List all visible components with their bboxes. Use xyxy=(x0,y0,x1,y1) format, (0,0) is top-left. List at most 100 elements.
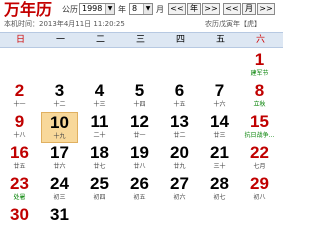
day-cell[interactable]: 27 初六 xyxy=(161,174,198,205)
app-logo: 万年历 xyxy=(4,0,53,19)
day-cell[interactable]: 3 十二 xyxy=(41,81,78,112)
lunar-date: 廿九 xyxy=(173,163,186,170)
nongli-year: 农历戊寅年【虎】 xyxy=(205,20,261,28)
prev-month-button[interactable]: << xyxy=(223,3,241,15)
gongli-label: 公历 xyxy=(62,5,78,14)
lunar-date: 廿六 xyxy=(53,163,66,170)
lunar-date: 廿三 xyxy=(213,132,226,139)
day-number: 5 xyxy=(134,81,145,100)
day-number: 6 xyxy=(174,81,185,100)
day-cell[interactable]: 28 初七 xyxy=(201,174,238,205)
day-number: 25 xyxy=(90,174,109,193)
lunar-date: 十一 xyxy=(13,101,26,108)
day-cell[interactable]: 15 抗日战争… xyxy=(241,112,278,143)
day-number: 14 xyxy=(210,112,229,131)
day-cell[interactable]: 12 廿一 xyxy=(121,112,158,143)
day-number: 7 xyxy=(214,81,225,100)
day-number: 1 xyxy=(254,50,265,69)
weekday-fri: 五 xyxy=(215,35,225,45)
weekday-mon: 一 xyxy=(55,35,65,45)
day-cell[interactable]: 23 处暑 xyxy=(1,174,38,205)
day-cell[interactable]: 19 廿八 xyxy=(121,143,158,174)
lunar-date: 十六 xyxy=(213,101,226,108)
day-number: 27 xyxy=(170,174,189,193)
weekday-sat: 六 xyxy=(255,35,265,45)
lunar-date: 初六 xyxy=(173,194,186,201)
day-number: 18 xyxy=(90,143,109,162)
sub-bar: 本机时间：2013年4月11日 11:20:25 农历戊寅年【虎】 xyxy=(0,18,283,32)
next-month-button[interactable]: >> xyxy=(257,3,275,15)
lunar-date: 廿二 xyxy=(173,132,186,139)
day-cell[interactable]: 20 廿九 xyxy=(161,143,198,174)
weekday-thu: 四 xyxy=(175,35,185,45)
lunar-date: 十三 xyxy=(93,101,106,108)
day-cell[interactable]: 7 十六 xyxy=(201,81,238,112)
day-cell[interactable]: 21 三十 xyxy=(201,143,238,174)
day-number: 15 xyxy=(250,112,269,131)
day-cell[interactable]: 14 廿三 xyxy=(201,112,238,143)
day-cell[interactable]: 30 xyxy=(1,205,38,236)
day-number: 20 xyxy=(170,143,189,162)
day-number: 12 xyxy=(130,112,149,131)
day-number: 19 xyxy=(130,143,149,162)
day-number: 9 xyxy=(14,112,25,131)
weekday-sun: 日 xyxy=(15,35,25,45)
year-select[interactable]: 1998 ▼ xyxy=(79,3,115,15)
lunar-date: 十四 xyxy=(133,101,146,108)
day-cell[interactable]: 4 十三 xyxy=(81,81,118,112)
day-cell[interactable]: 13 廿二 xyxy=(161,112,198,143)
chevron-down-icon: ▼ xyxy=(143,4,152,14)
lunar-date: 廿七 xyxy=(93,163,106,170)
next-year-button[interactable]: >> xyxy=(202,3,220,15)
lunar-date: 初四 xyxy=(93,194,106,201)
day-cell-today[interactable]: 10 十九 xyxy=(41,112,78,143)
prev-year-button[interactable]: << xyxy=(168,3,186,15)
lunar-date: 七月 xyxy=(253,163,266,170)
day-number: 2 xyxy=(14,81,25,100)
day-cell[interactable]: 2 十一 xyxy=(1,81,38,112)
day-cell[interactable]: 8 立秋 xyxy=(241,81,278,112)
lunar-date: 十五 xyxy=(173,101,186,108)
day-number: 10 xyxy=(50,113,69,132)
weekday-wed: 三 xyxy=(135,35,145,45)
day-cell[interactable]: 6 十五 xyxy=(161,81,198,112)
year-button[interactable]: 年 xyxy=(187,3,201,15)
lunar-date: 十八 xyxy=(13,132,26,139)
day-number: 26 xyxy=(130,174,149,193)
day-cell[interactable]: 1 建军节 xyxy=(241,50,278,81)
chevron-down-icon: ▼ xyxy=(105,4,114,14)
lunar-date: 三十 xyxy=(213,163,226,170)
day-cell[interactable]: 16 廿五 xyxy=(1,143,38,174)
day-number: 21 xyxy=(210,143,229,162)
day-cell[interactable]: 22 七月 xyxy=(241,143,278,174)
lunar-date: 廿八 xyxy=(133,163,146,170)
day-number: 4 xyxy=(94,81,105,100)
day-cell[interactable]: 24 初三 xyxy=(41,174,78,205)
weekday-header: 日 一 二 三 四 五 六 xyxy=(0,32,283,48)
year-unit: 年 xyxy=(118,5,126,14)
day-number: 29 xyxy=(250,174,269,193)
day-cell[interactable]: 18 廿七 xyxy=(81,143,118,174)
day-cell[interactable]: 9 十八 xyxy=(1,112,38,143)
day-cell[interactable]: 31 xyxy=(41,205,78,236)
day-number: 13 xyxy=(170,112,189,131)
lunar-date: 初七 xyxy=(213,194,226,201)
day-number: 30 xyxy=(10,205,29,224)
month-select[interactable]: 8 ▼ xyxy=(129,3,153,15)
day-cell[interactable]: 29 初八 xyxy=(241,174,278,205)
local-time: 本机时间：2013年4月11日 11:20:25 xyxy=(4,20,125,28)
day-number: 16 xyxy=(10,143,29,162)
top-bar: 万年历 公历 1998 ▼ 年 8 ▼ 月 << 年 >> << 月 >> xyxy=(0,0,283,20)
day-cell[interactable]: 25 初四 xyxy=(81,174,118,205)
lunar-date: 十二 xyxy=(53,101,66,108)
lunar-date: 建军节 xyxy=(250,70,269,77)
lunar-date: 二十 xyxy=(93,132,106,139)
lunar-date: 廿一 xyxy=(133,132,146,139)
day-cell[interactable]: 5 十四 xyxy=(121,81,158,112)
lunar-date: 初三 xyxy=(53,194,66,201)
month-unit: 月 xyxy=(156,5,164,14)
month-button[interactable]: 月 xyxy=(242,3,256,15)
day-cell[interactable]: 17 廿六 xyxy=(41,143,78,174)
day-cell[interactable]: 26 初五 xyxy=(121,174,158,205)
day-cell[interactable]: 11 二十 xyxy=(81,112,118,143)
